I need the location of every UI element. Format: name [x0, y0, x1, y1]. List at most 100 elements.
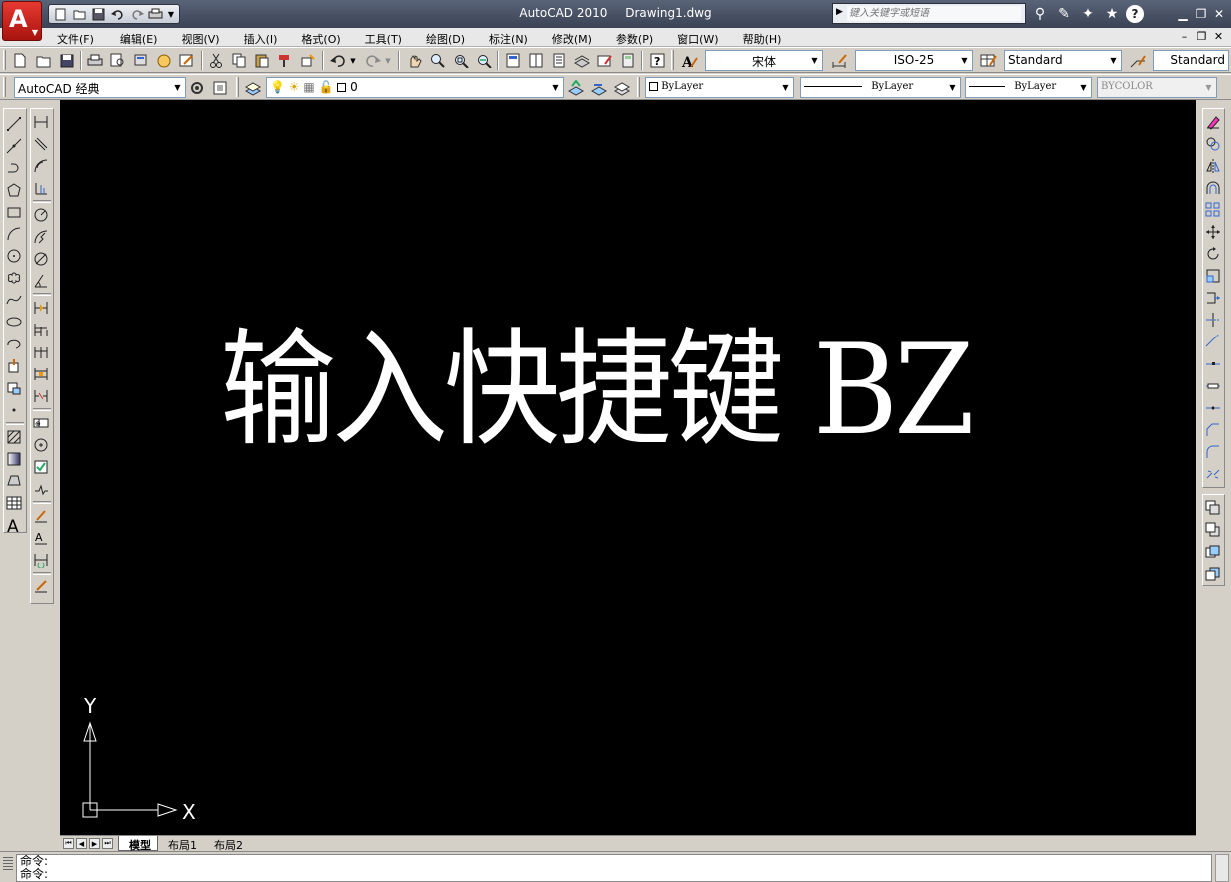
- zoom-window-icon[interactable]: [451, 51, 471, 70]
- tab-layout1[interactable]: 布局1: [158, 836, 203, 852]
- layer-select[interactable]: 💡 ☀ ▦ 🔓 0 ▼: [266, 77, 564, 98]
- dimension-text-edit-icon[interactable]: A: [31, 527, 51, 549]
- command-history[interactable]: 命令: 命令:: [16, 854, 1212, 882]
- break-icon[interactable]: [1203, 375, 1223, 397]
- last-tab-icon[interactable]: ⏭: [102, 838, 113, 849]
- fillet-icon[interactable]: [1203, 441, 1223, 463]
- undo-dropdown-icon[interactable]: ▼: [348, 51, 358, 70]
- toolbar-grip[interactable]: [3, 77, 6, 97]
- quick-access-dropdown-icon[interactable]: ▼: [167, 7, 175, 22]
- jogged-dimension-icon[interactable]: [31, 226, 51, 248]
- point-icon[interactable]: [4, 399, 24, 421]
- properties-icon[interactable]: [503, 51, 523, 70]
- dimension-style-icon[interactable]: [830, 51, 850, 70]
- zoom-previous-icon[interactable]: [474, 51, 494, 70]
- toolbar-grip[interactable]: [3, 50, 6, 70]
- send-to-back-icon[interactable]: [1203, 519, 1223, 541]
- menu-file[interactable]: 文件(F): [57, 31, 94, 47]
- multiline-text-icon[interactable]: A: [4, 514, 24, 536]
- copy-icon[interactable]: [229, 51, 249, 70]
- tool-palettes-icon[interactable]: [549, 51, 569, 70]
- linetype-control-select[interactable]: ByLayer ▼: [800, 77, 961, 98]
- markup-icon[interactable]: [177, 51, 197, 70]
- subscription-icon[interactable]: ✦: [1078, 4, 1098, 24]
- qnew-icon[interactable]: [10, 51, 30, 70]
- tab-model[interactable]: 模型: [118, 836, 158, 852]
- text-style-icon[interactable]: A: [680, 51, 700, 70]
- restore-icon[interactable]: ❐: [1193, 6, 1209, 22]
- doc-minimize-icon[interactable]: –: [1178, 30, 1191, 44]
- match-properties-icon[interactable]: [275, 51, 295, 70]
- design-center-icon[interactable]: [526, 51, 546, 70]
- revision-cloud-icon[interactable]: [4, 267, 24, 289]
- minimize-icon[interactable]: ▁: [1175, 6, 1191, 22]
- bring-above-icon[interactable]: [1203, 541, 1223, 563]
- help-icon[interactable]: ?: [1126, 5, 1144, 23]
- help-icon[interactable]: ?: [647, 51, 667, 70]
- toolbar-grip[interactable]: [637, 77, 640, 97]
- menu-dimension[interactable]: 标注(N): [489, 31, 528, 47]
- aligned-dimension-icon[interactable]: [31, 133, 51, 155]
- offset-icon[interactable]: [1203, 177, 1223, 199]
- dimension-edit-icon[interactable]: [31, 505, 51, 527]
- ellipse-icon[interactable]: [4, 311, 24, 333]
- search-input[interactable]: [847, 6, 1021, 21]
- rectangle-icon[interactable]: [4, 201, 24, 223]
- open-icon[interactable]: [34, 51, 54, 70]
- redo-icon[interactable]: [129, 7, 144, 22]
- table-style-select[interactable]: Standard ▼: [1004, 50, 1122, 71]
- dimension-space-icon[interactable]: [31, 363, 51, 385]
- make-current-layer-icon[interactable]: [566, 78, 586, 97]
- gradient-icon[interactable]: [4, 448, 24, 470]
- insert-block-icon[interactable]: [4, 355, 24, 377]
- menu-help[interactable]: 帮助(H): [743, 31, 782, 47]
- workspace-select[interactable]: AutoCAD 经典 ▼: [14, 77, 186, 98]
- undo-icon[interactable]: [328, 51, 348, 70]
- angular-dimension-icon[interactable]: [31, 270, 51, 292]
- mirror-icon[interactable]: [1203, 155, 1223, 177]
- copy-object-icon[interactable]: [1203, 133, 1223, 155]
- extend-icon[interactable]: [1203, 331, 1223, 353]
- multileader-style-icon[interactable]: [1128, 51, 1148, 70]
- binoculars-icon[interactable]: ⚲: [1030, 4, 1050, 24]
- plot-preview-icon[interactable]: [108, 51, 128, 70]
- zoom-realtime-icon[interactable]: [428, 51, 448, 70]
- sheet-set-icon[interactable]: [572, 51, 592, 70]
- open-icon[interactable]: [72, 7, 87, 22]
- send-under-icon[interactable]: [1203, 563, 1223, 585]
- save-icon[interactable]: [57, 51, 77, 70]
- previous-tab-icon[interactable]: ◀: [76, 838, 87, 849]
- application-menu-button[interactable]: A ▼: [2, 1, 42, 41]
- paste-icon[interactable]: [252, 51, 272, 70]
- stretch-icon[interactable]: [1203, 287, 1223, 309]
- menu-window[interactable]: 窗口(W): [677, 31, 718, 47]
- ordinate-dimension-icon[interactable]: [31, 177, 51, 199]
- explode-icon[interactable]: [1203, 463, 1223, 485]
- chamfer-icon[interactable]: [1203, 419, 1223, 441]
- save-icon[interactable]: [91, 7, 106, 22]
- layer-states-icon[interactable]: [612, 78, 632, 97]
- trim-icon[interactable]: [1203, 309, 1223, 331]
- jogged-linear-icon[interactable]: [31, 478, 51, 500]
- new-icon[interactable]: [53, 7, 68, 22]
- command-line-scrollbar[interactable]: [1215, 854, 1229, 882]
- menu-draw[interactable]: 绘图(D): [426, 31, 465, 47]
- dimension-style-select[interactable]: ISO-25 ▼: [855, 50, 973, 71]
- next-tab-icon[interactable]: ▶: [89, 838, 100, 849]
- tab-layout2[interactable]: 布局2: [204, 836, 249, 852]
- menu-tools[interactable]: 工具(T): [365, 31, 402, 47]
- toolbar-grip[interactable]: [671, 50, 674, 70]
- circle-icon[interactable]: [4, 245, 24, 267]
- plot-icon[interactable]: [148, 7, 163, 22]
- multileader-style-select[interactable]: Standard: [1153, 50, 1229, 71]
- dimension-style-manager-icon[interactable]: [31, 576, 51, 598]
- block-editor-icon[interactable]: [298, 51, 318, 70]
- layer-properties-manager-icon[interactable]: [243, 78, 263, 97]
- spline-icon[interactable]: [4, 289, 24, 311]
- polyline-icon[interactable]: [4, 157, 24, 179]
- baseline-dimension-icon[interactable]: [31, 319, 51, 341]
- bring-to-front-icon[interactable]: [1203, 497, 1223, 519]
- menu-parametric[interactable]: 参数(P): [616, 31, 653, 47]
- dimension-break-icon[interactable]: [31, 385, 51, 407]
- make-block-icon[interactable]: [4, 377, 24, 399]
